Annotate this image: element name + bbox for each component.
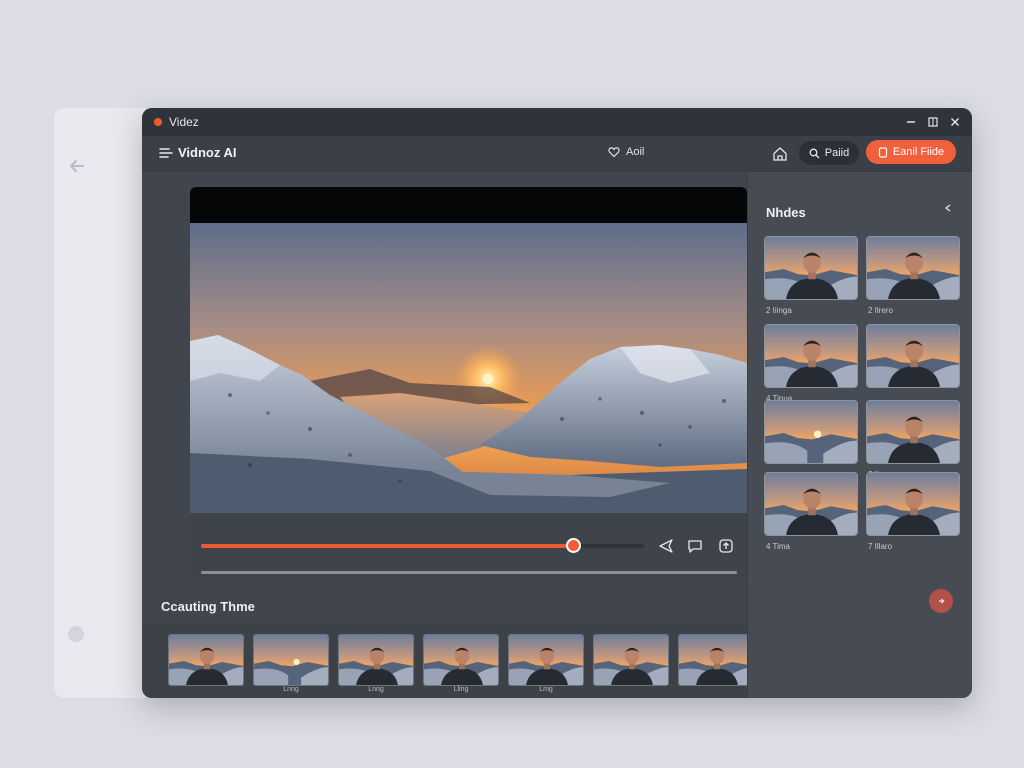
- side-thumbnail[interactable]: [764, 236, 858, 300]
- side-thumbnail[interactable]: [764, 324, 858, 388]
- timeline-scrubber[interactable]: [201, 571, 737, 574]
- side-panel-title: Nhdes: [766, 205, 806, 220]
- side-thumbnail-label: 2 Iiinga: [766, 306, 792, 315]
- share-icon[interactable]: [717, 537, 735, 555]
- primary-cta-label: Eanil Fiide: [892, 146, 945, 158]
- timeline-frame[interactable]: [253, 634, 329, 686]
- center-action-label: Aoil: [626, 146, 645, 158]
- video-frame: [190, 223, 747, 513]
- arrow-right-icon: [939, 598, 945, 604]
- timeline-title: Ccauting Thme: [161, 599, 255, 614]
- back-arrow-icon: [70, 160, 84, 172]
- side-thumbnail[interactable]: [866, 236, 960, 300]
- side-thumbnail[interactable]: [764, 400, 858, 464]
- timeline-frame[interactable]: [678, 634, 747, 686]
- home-button[interactable]: [770, 144, 790, 164]
- side-thumbnail-label: 7 Illaro: [868, 542, 893, 551]
- send-icon[interactable]: [657, 537, 675, 555]
- timeline-frame-label: Lmg: [539, 686, 553, 693]
- record-dot-icon: [154, 118, 162, 126]
- close-icon[interactable]: [946, 114, 964, 130]
- timeline-frame[interactable]: [168, 634, 244, 686]
- side-thumbnail[interactable]: [764, 472, 858, 536]
- center-action[interactable]: Aoil: [608, 146, 644, 158]
- side-thumbnail[interactable]: [866, 472, 960, 536]
- app-name: Vidnoz AI: [178, 145, 237, 160]
- timeline-frame[interactable]: [593, 634, 669, 686]
- window-controls: [902, 114, 964, 130]
- side-thumbnail[interactable]: [866, 324, 960, 388]
- maximize-icon[interactable]: [924, 114, 942, 130]
- timeline-frame[interactable]: [338, 634, 414, 686]
- app-toolbar: Vidnoz AI Aoil Paiid Eanil Fiide: [142, 136, 972, 172]
- side-thumbnail[interactable]: [866, 400, 960, 464]
- primary-cta-button[interactable]: Eanil Fiide: [866, 140, 956, 164]
- home-icon: [773, 147, 787, 161]
- file-icon: [878, 146, 887, 158]
- side-panel: Nhdes 2 Iiinga 2 Ilrero 4 Tinua 4 Tima 7…: [747, 172, 972, 698]
- title-bar: Videz: [142, 108, 972, 136]
- progress-handle[interactable]: [566, 538, 582, 553]
- timeline-frame-label: Lnng: [283, 686, 299, 693]
- timeline-filmstrip: Lnng Lnng Lling Lmg: [142, 624, 747, 698]
- side-thumbnail-label: 4 Tima: [766, 542, 791, 551]
- chat-icon[interactable]: [686, 537, 704, 555]
- timeline-frame[interactable]: [508, 634, 584, 686]
- background-dot: [68, 626, 84, 642]
- logo-icon: [159, 147, 173, 158]
- side-thumbnail-label: 2 Ilrero: [868, 306, 893, 315]
- timeline-frame-label: Lling: [453, 686, 469, 693]
- search-button-label: Paiid: [824, 147, 850, 159]
- app-window: Videz Vidnoz AI Aoil Paiid Eanil Fiide C…: [142, 108, 972, 698]
- video-player[interactable]: [190, 187, 747, 513]
- search-icon: [809, 148, 820, 158]
- player-controls: [190, 513, 747, 579]
- search-button[interactable]: Paiid: [799, 141, 859, 165]
- collapse-icon[interactable]: [940, 200, 956, 216]
- minimize-icon[interactable]: [902, 114, 920, 130]
- next-button[interactable]: [929, 589, 953, 613]
- app-brand: Vidnoz AI: [159, 145, 237, 160]
- heart-icon: [608, 147, 620, 158]
- progress-fill: [201, 544, 574, 548]
- timeline-frame-label: Lnng: [368, 686, 384, 693]
- timeline-frame[interactable]: [423, 634, 499, 686]
- progress-slider[interactable]: [201, 538, 644, 553]
- window-title: Videz: [169, 115, 199, 129]
